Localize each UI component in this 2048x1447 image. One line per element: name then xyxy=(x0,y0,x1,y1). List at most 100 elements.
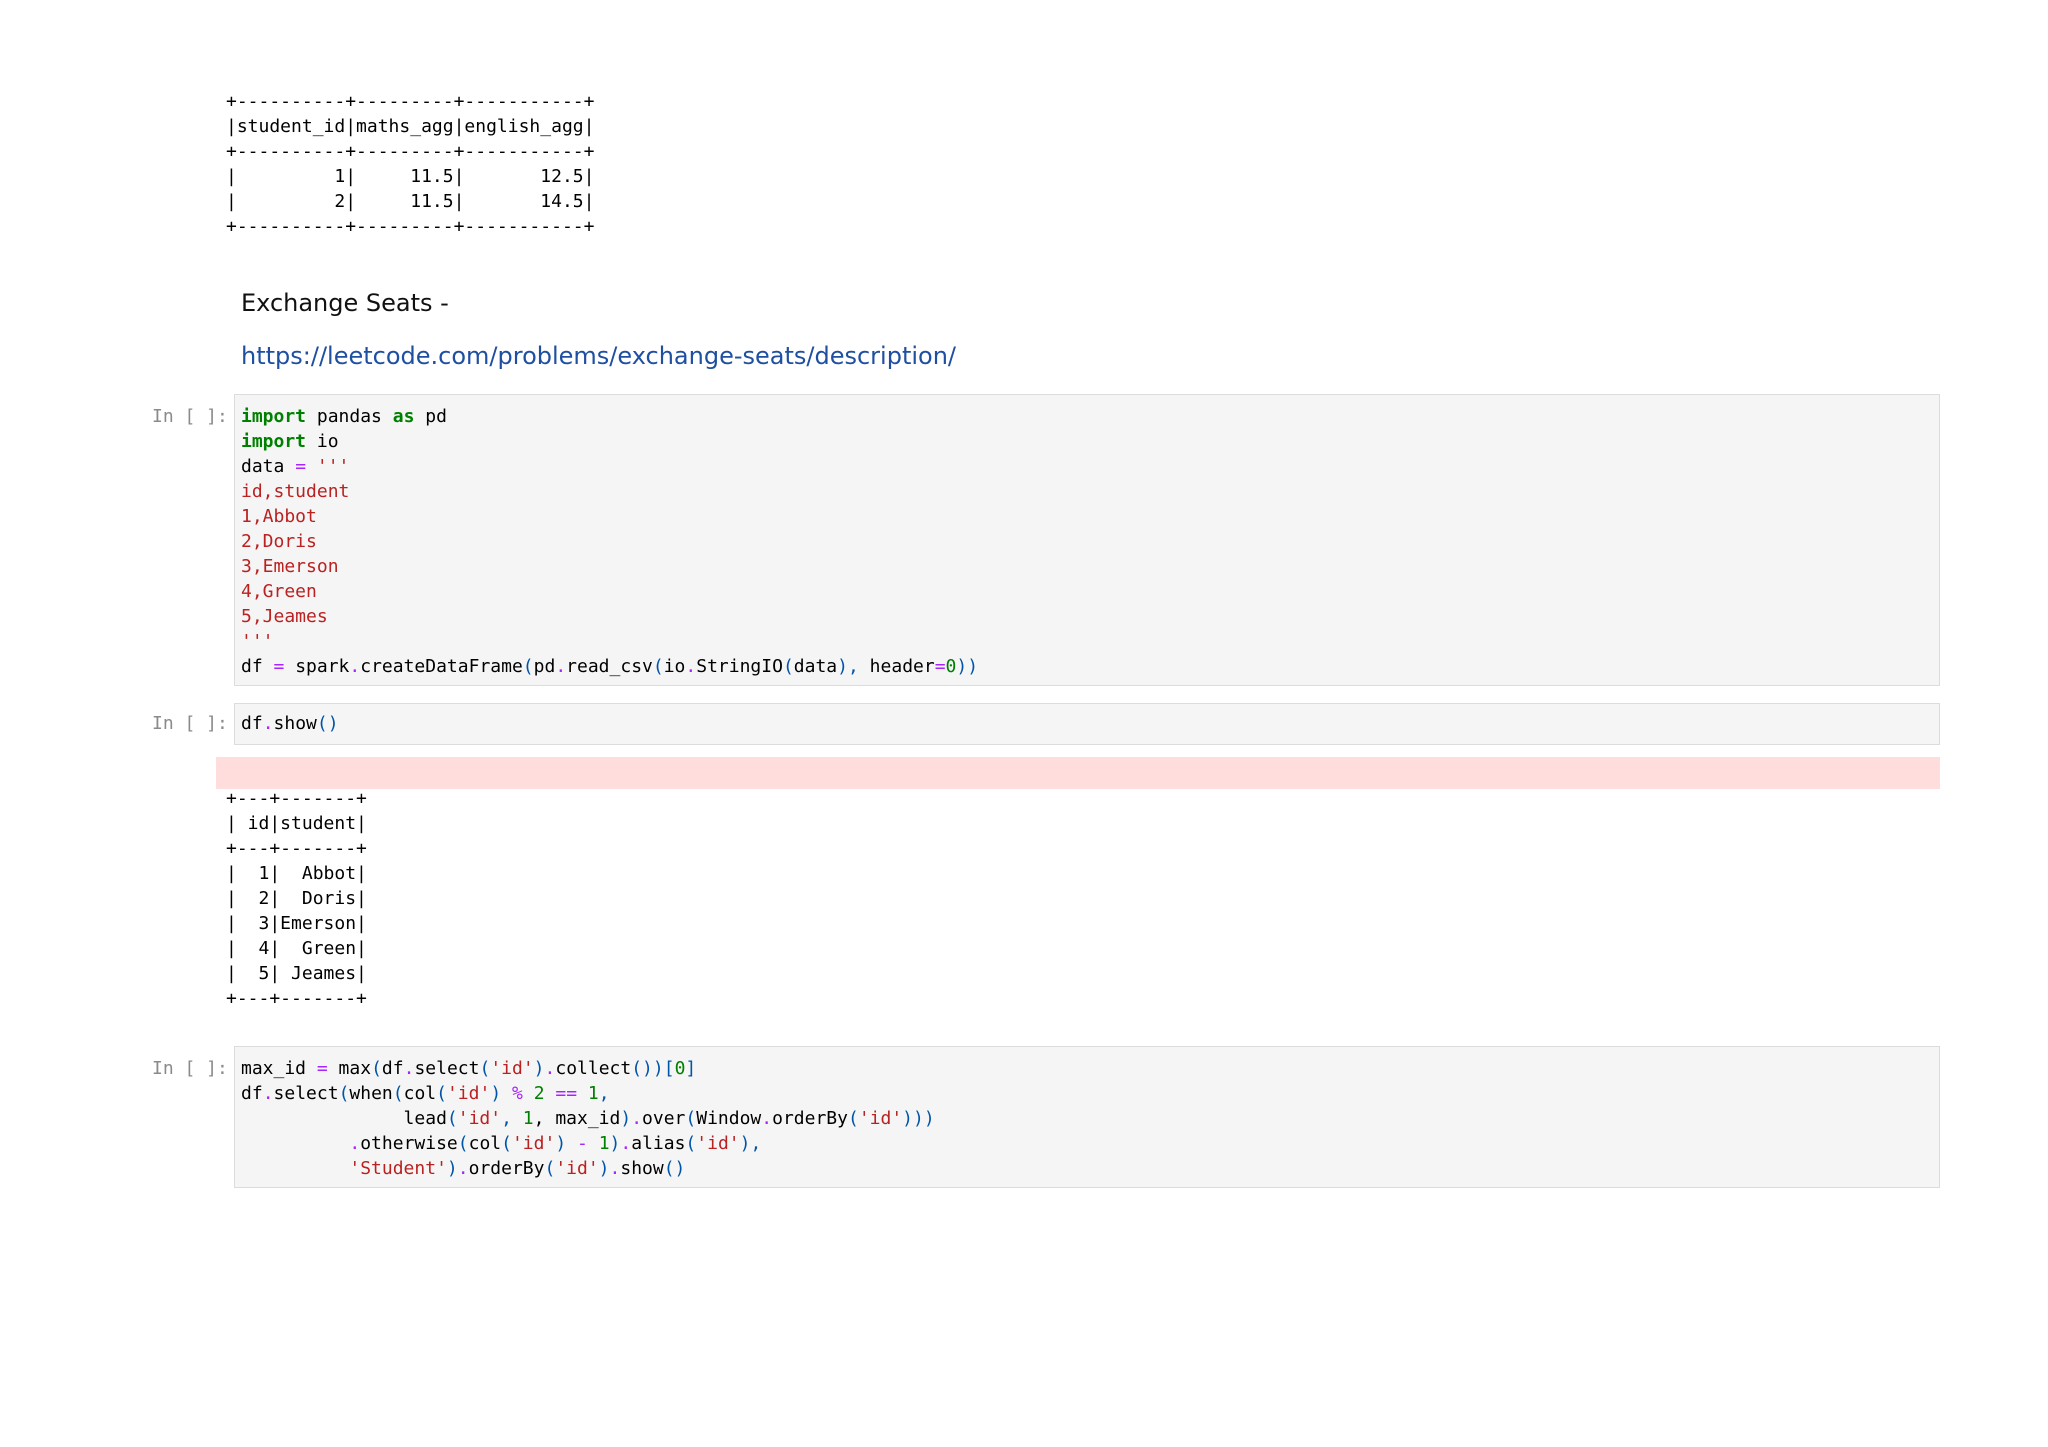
number: 2 xyxy=(533,1083,545,1104)
code-token: header xyxy=(858,656,935,677)
markdown-heading: Exchange Seats - xyxy=(241,289,449,317)
code-token: orderBy xyxy=(772,1108,848,1129)
paren: ( xyxy=(371,1058,382,1079)
paren: ( xyxy=(652,656,664,677)
operator: = xyxy=(316,1058,328,1079)
paren: ( xyxy=(446,1108,458,1129)
code-token: pandas xyxy=(306,406,393,427)
cell-prompt: In [ ]: xyxy=(152,406,228,427)
paren: ( xyxy=(479,1058,491,1079)
paren: ())[ xyxy=(631,1058,675,1079)
cell-prompt: In [ ]: xyxy=(152,713,228,734)
paren: ))) xyxy=(902,1108,935,1129)
code-cell-create-dataframe[interactable]: import pandas as pd import io data = '''… xyxy=(234,394,1940,686)
operator: . xyxy=(761,1108,773,1129)
paren: ( xyxy=(685,1133,697,1154)
code-cell-exchange-seats[interactable]: max_id = max(df.select('id').collect())[… xyxy=(234,1046,1940,1188)
code-token: col xyxy=(403,1083,437,1104)
code-token: over xyxy=(642,1108,686,1129)
operator: = xyxy=(273,656,285,677)
keyword: as xyxy=(392,406,415,427)
code-token: pd xyxy=(414,406,447,427)
code-token: alias xyxy=(631,1133,686,1154)
string: 'id' xyxy=(555,1158,599,1179)
operator: . xyxy=(349,656,361,677)
code-token: show xyxy=(620,1158,664,1179)
operator: . xyxy=(609,1158,621,1179)
stderr-output-bar xyxy=(216,757,1940,789)
paren: ( xyxy=(847,1108,859,1129)
keyword: import xyxy=(241,431,307,452)
code-token: Window xyxy=(696,1108,762,1129)
paren: )) xyxy=(956,656,979,677)
operator: . xyxy=(349,1133,361,1154)
string: 'id' xyxy=(511,1133,556,1154)
string: 'id' xyxy=(446,1083,491,1104)
operator: . xyxy=(403,1058,415,1079)
operator: . xyxy=(685,656,697,677)
operator: . xyxy=(555,656,567,677)
code-token: when xyxy=(349,1083,393,1104)
string-literal-csv: id,student 1,Abbot 2,Doris 3,Emerson 4,G… xyxy=(241,481,350,652)
code-token: io xyxy=(306,431,339,452)
paren: , xyxy=(598,1083,610,1104)
paren: ) xyxy=(555,1133,578,1154)
code-token: show xyxy=(273,713,317,734)
string: 'id' xyxy=(457,1108,502,1129)
operator: . xyxy=(457,1158,469,1179)
paren: ) xyxy=(609,1133,621,1154)
code-token: select xyxy=(273,1083,339,1104)
paren: ( xyxy=(457,1133,469,1154)
operator: . xyxy=(262,1083,274,1104)
operator: . xyxy=(262,713,274,734)
number: 1 xyxy=(598,1133,610,1154)
paren: ), xyxy=(837,656,859,677)
paren: () xyxy=(663,1158,686,1179)
paren: ( xyxy=(436,1083,447,1104)
string: ''' xyxy=(306,456,350,477)
operator: - xyxy=(577,1133,588,1154)
operator: . xyxy=(620,1133,632,1154)
string: 'id' xyxy=(490,1058,534,1079)
code-token: orderBy xyxy=(468,1158,545,1179)
paren: ), xyxy=(739,1133,762,1154)
paren: ] xyxy=(685,1058,697,1079)
paren: ) xyxy=(598,1158,610,1179)
code-editor[interactable]: df.show() xyxy=(241,711,1933,736)
code-token: createDataFrame xyxy=(360,656,523,677)
keyword: import xyxy=(241,406,307,427)
cell-prompt: In [ ]: xyxy=(152,1058,228,1079)
code-editor[interactable]: max_id = max(df.select('id').collect())[… xyxy=(241,1056,1933,1181)
code-cell-show[interactable]: df.show() xyxy=(234,703,1940,745)
number: 1 xyxy=(587,1083,599,1104)
paren: ) xyxy=(490,1083,513,1104)
operator: . xyxy=(544,1058,556,1079)
paren: ( xyxy=(685,1108,697,1129)
paren: ) xyxy=(446,1158,458,1179)
code-token: max xyxy=(327,1058,372,1079)
code-token: , max_id xyxy=(533,1108,621,1129)
paren: , xyxy=(501,1108,523,1129)
paren: () xyxy=(316,713,339,734)
string: 'id' xyxy=(696,1133,740,1154)
code-token: collect xyxy=(555,1058,632,1079)
code-token: spark xyxy=(284,656,350,677)
code-token: col xyxy=(468,1133,502,1154)
code-token: read_csv xyxy=(566,656,653,677)
code-editor[interactable]: import pandas as pd import io data = '''… xyxy=(241,404,1933,679)
code-token: StringIO xyxy=(696,656,783,677)
code-token: data xyxy=(793,656,838,677)
number: 1 xyxy=(522,1108,534,1129)
code-token: df xyxy=(241,713,263,734)
paren: ) xyxy=(533,1058,545,1079)
operator: . xyxy=(631,1108,643,1129)
leetcode-link[interactable]: https://leetcode.com/problems/exchange-s… xyxy=(241,342,956,370)
code-token: df xyxy=(241,656,274,677)
output-table-student-agg: +----------+---------+-----------+ |stud… xyxy=(226,91,595,237)
code-token: io xyxy=(663,656,686,677)
paren: ( xyxy=(392,1083,404,1104)
